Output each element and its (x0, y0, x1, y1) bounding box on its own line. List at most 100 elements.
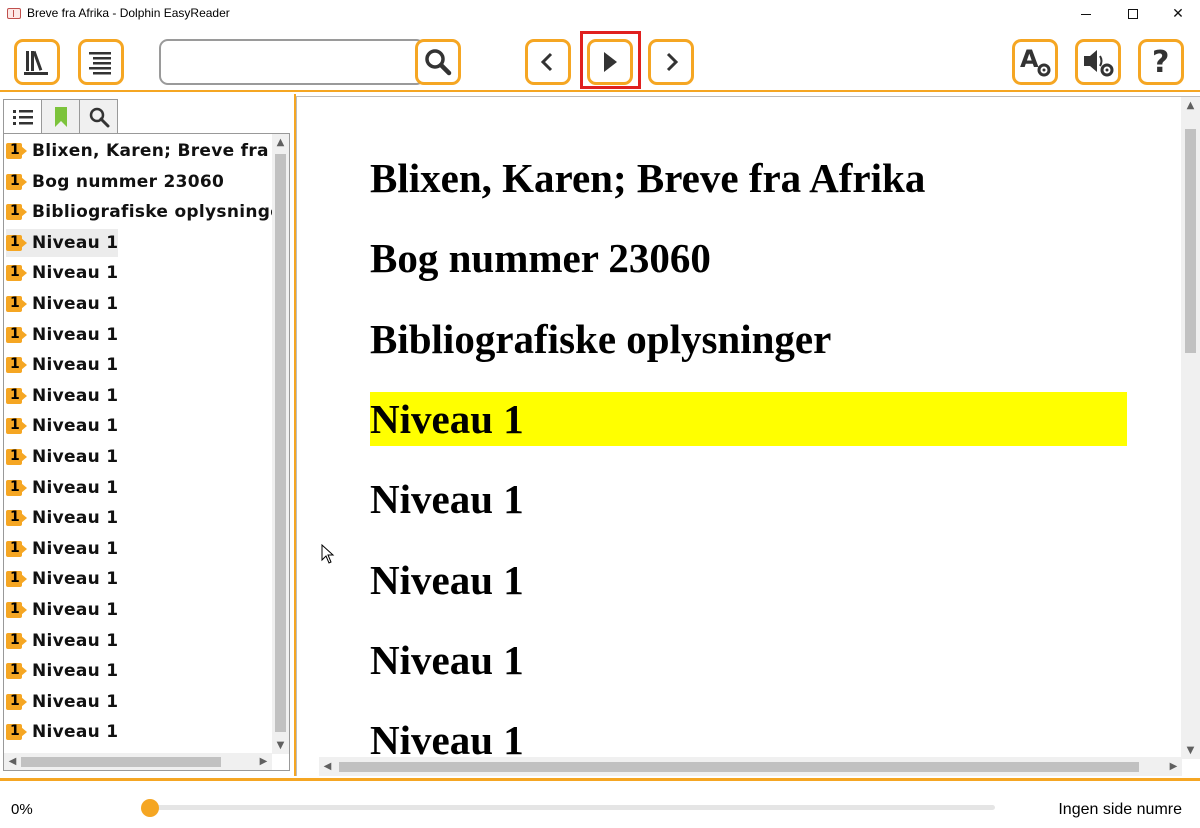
reading-horizontal-scrollbar[interactable]: ◀ ▶ (319, 757, 1182, 776)
toc-list-item[interactable]: 1 Niveau 1 (6, 504, 118, 532)
level-badge-icon: 1 (6, 662, 27, 680)
text-settings-button[interactable]: A (1012, 39, 1058, 85)
table-of-contents-button[interactable] (78, 39, 124, 85)
toolbar: A ? (0, 28, 1200, 92)
progress-slider[interactable] (141, 799, 995, 817)
toc-list-item[interactable]: 1 Niveau 1 (6, 228, 119, 257)
toc-list-item[interactable]: 1 Niveau 1 (6, 259, 118, 287)
voice-settings-icon (1084, 50, 1114, 77)
current-reading-line: Niveau 1 (370, 391, 1127, 446)
toc-list-item[interactable]: 1 Niveau 1 (6, 443, 118, 471)
content-heading: Niveau 1 (370, 476, 524, 523)
toc-item-label: Niveau 1 (32, 447, 119, 467)
toc-item-label: Niveau 1 (32, 263, 119, 284)
level-badge-icon: 1 (6, 540, 27, 558)
level-badge-icon: 1 (6, 203, 27, 221)
level-badge-icon: 1 (6, 570, 27, 588)
level-badge-icon: 1 (6, 479, 27, 497)
toc-list-item[interactable]: 1 Niveau 1 (6, 321, 118, 349)
scroll-left-icon[interactable]: ◀ (319, 758, 336, 775)
help-icon: ? (1152, 45, 1169, 79)
library-icon (24, 50, 48, 75)
progress-slider-thumb[interactable] (141, 799, 159, 817)
toc-list-item[interactable]: 1 Bog nummer 23060 (6, 168, 224, 196)
scroll-down-icon[interactable]: ▼ (1182, 742, 1199, 759)
toc-list-item[interactable]: 1 Blixen, Karen; Breve fra Afrika (6, 137, 289, 165)
reading-vertical-scroll-thumb[interactable] (1185, 129, 1196, 353)
close-button[interactable]: ✕ (1155, 0, 1200, 28)
library-button[interactable] (14, 39, 60, 85)
voice-settings-button[interactable] (1075, 39, 1121, 85)
toc-list-item[interactable]: 1 Niveau 1 (6, 382, 118, 410)
toc-item-label: Niveau 1 (32, 324, 119, 345)
level-badge-icon: 1 (6, 509, 27, 527)
svg-text:?: ? (1152, 45, 1169, 79)
toc-item-label: Niveau 1 (32, 691, 119, 712)
toc-horizontal-scroll-thumb[interactable] (21, 757, 221, 767)
scroll-left-icon[interactable]: ◀ (4, 753, 21, 770)
toc-item-label: Niveau 1 (32, 508, 119, 529)
toc-item-label: Niveau 1 (32, 630, 119, 651)
reading-vertical-scrollbar[interactable]: ▲ ▼ (1181, 97, 1200, 759)
content-heading: Bog nummer 23060 (370, 235, 711, 282)
toc-item-label: Niveau 1 (32, 538, 119, 559)
play-button[interactable] (587, 39, 633, 85)
toc-list-item[interactable]: 1 Niveau 1 (6, 718, 118, 746)
level-badge-icon: 1 (6, 387, 27, 405)
tab-contents[interactable] (3, 99, 42, 133)
help-button[interactable]: ? (1138, 39, 1184, 85)
mouse-pointer-icon (321, 544, 335, 564)
scroll-down-icon[interactable]: ▼ (272, 737, 289, 754)
list-icon (12, 109, 33, 125)
tab-bookmarks[interactable] (41, 99, 80, 133)
maximize-button[interactable] (1110, 0, 1156, 28)
svg-text:A: A (1020, 45, 1039, 73)
toc-list-item[interactable]: 1 Niveau 1 (6, 474, 118, 502)
bookmark-icon (54, 106, 67, 127)
content-heading: Bibliografiske oplysninger (370, 315, 832, 362)
next-icon (666, 52, 679, 72)
toc-item-label: Niveau 1 (32, 477, 119, 498)
toc-list-item[interactable]: 1 Bibliografiske oplysninger (6, 198, 289, 226)
reading-pane[interactable]: Blixen, Karen; Breve fra Afrika Bog numme… (296, 96, 1200, 776)
toc-list-item[interactable]: 1 Niveau 1 (6, 657, 118, 685)
previous-button[interactable] (525, 39, 571, 85)
minimize-icon (1081, 13, 1091, 15)
toc-list-item[interactable]: 1 Niveau 1 (6, 535, 118, 563)
level-badge-icon: 1 (6, 295, 27, 313)
level-badge-icon: 1 (6, 693, 27, 711)
toc-item-label: Bog nummer 23060 (32, 171, 225, 192)
next-button[interactable] (648, 39, 694, 85)
toc-list-item[interactable]: 1 Niveau 1 (6, 565, 118, 593)
search-button[interactable] (415, 39, 461, 85)
scroll-up-icon[interactable]: ▲ (1182, 97, 1199, 114)
toc-list-item[interactable]: 1 Niveau 1 (6, 596, 118, 624)
toc-horizontal-scrollbar[interactable]: ◀ ▶ (4, 753, 272, 770)
toc-item-label: Niveau 1 (32, 569, 119, 590)
toc-vertical-scrollbar[interactable]: ▲ ▼ (272, 134, 289, 754)
scroll-right-icon[interactable]: ▶ (1165, 758, 1182, 775)
toc-item-label: Blixen, Karen; Breve fra Afrika (32, 141, 289, 161)
reading-horizontal-scroll-thumb[interactable] (339, 762, 1139, 772)
minimize-button[interactable] (1063, 0, 1109, 28)
level-badge-icon: 1 (6, 326, 27, 344)
search-input[interactable] (159, 39, 425, 85)
toc-list-item[interactable]: 1 Niveau 1 (6, 688, 118, 716)
app-book-icon (7, 8, 21, 19)
scroll-up-icon[interactable]: ▲ (272, 134, 289, 151)
toc-item-label: Niveau 1 (32, 385, 119, 406)
level-badge-icon: 1 (6, 173, 27, 191)
toc-list-item[interactable]: 1 Niveau 1 (6, 627, 118, 655)
scroll-right-icon[interactable]: ▶ (255, 753, 272, 770)
toc-vertical-scroll-thumb[interactable] (275, 154, 286, 732)
level-badge-icon: 1 (6, 632, 27, 650)
level-badge-icon: 1 (6, 356, 27, 374)
toc-list-item[interactable]: 1 Niveau 1 (6, 412, 118, 440)
level-badge-icon: 1 (6, 723, 27, 741)
window-title: Breve fra Afrika - Dolphin EasyReader (27, 6, 230, 20)
content-heading: Blixen, Karen; Breve fra Afrika (370, 155, 926, 201)
tab-search[interactable] (79, 99, 118, 133)
toc-list-item[interactable]: 1 Niveau 1 (6, 351, 118, 379)
toc-list-item[interactable]: 1 Niveau 1 (6, 290, 118, 318)
status-bar: 0% Ingen side numre (0, 778, 1200, 828)
